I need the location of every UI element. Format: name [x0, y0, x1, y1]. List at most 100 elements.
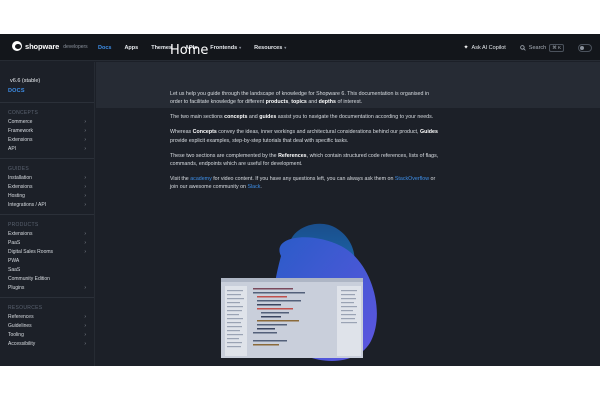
- text-span: .: [260, 184, 262, 191]
- sidebar-item-framework[interactable]: Framework ›: [8, 128, 86, 134]
- sidebar-item-guides-extensions[interactable]: Extensions ›: [8, 184, 86, 190]
- text-span: and: [306, 99, 319, 106]
- stackoverflow-link[interactable]: StackOverflow: [395, 176, 429, 182]
- nav-docs-label: Docs: [98, 44, 112, 51]
- version-selector[interactable]: v6.6 (stable): [10, 78, 40, 84]
- chevron-right-icon: ›: [84, 146, 86, 152]
- bold-concepts: concepts: [224, 114, 248, 121]
- sidebar-item-references[interactable]: References ›: [8, 314, 86, 320]
- text-span: These two sections are complemented by t…: [170, 152, 279, 159]
- nav-resources[interactable]: Resources ▾: [254, 45, 286, 51]
- sidebar-item-label: SaaS: [8, 267, 21, 273]
- bold-topics: topics: [291, 99, 307, 106]
- text-span: provide explicit examples, step-by-step …: [170, 137, 349, 144]
- nav-apps[interactable]: Apps: [124, 45, 138, 51]
- sidebar-item-accessibility[interactable]: Accessibility ›: [8, 341, 86, 347]
- chevron-right-icon: ›: [84, 332, 86, 338]
- nav-docs[interactable]: Docs: [98, 45, 111, 51]
- sidebar-divider: [0, 297, 94, 298]
- sidebar-item-label: Installation: [8, 175, 32, 181]
- chevron-right-icon: ›: [84, 249, 86, 255]
- bold-products: products: [265, 99, 289, 106]
- sidebar-item-label: Plugins: [8, 285, 25, 291]
- text-span: The two main sections: [170, 114, 225, 121]
- chevron-right-icon: ›: [84, 341, 86, 347]
- chevron-right-icon: ›: [84, 119, 86, 125]
- sidebar-item-label: Extensions: [8, 184, 33, 190]
- sidebar-item-hosting[interactable]: Hosting ›: [8, 193, 86, 199]
- sidebar-item-label: Accessibility: [8, 341, 36, 347]
- sidebar-docs-link[interactable]: DOCS: [8, 88, 25, 94]
- page-title: Home: [170, 43, 209, 58]
- sidebar-item-paas[interactable]: PaaS ›: [8, 240, 86, 246]
- sidebar-item-api[interactable]: API ›: [8, 146, 86, 152]
- academy-link[interactable]: academy: [190, 176, 212, 182]
- sidebar-item-label: Extensions: [8, 231, 33, 237]
- nav-resources-label: Resources: [254, 44, 283, 51]
- nav-apps-label: Apps: [124, 44, 139, 51]
- sidebar-item-guidelines[interactable]: Guidelines ›: [8, 323, 86, 329]
- docs-illustration: [221, 223, 377, 361]
- sidebar: v6.6 (stable) DOCS CONCEPTS Commerce › Fr…: [0, 62, 95, 366]
- sidebar-item-label: Framework: [8, 128, 34, 134]
- slack-link[interactable]: Slack: [247, 184, 260, 190]
- chevron-right-icon: ›: [84, 184, 86, 190]
- sidebar-item-commerce[interactable]: Commerce ›: [8, 119, 86, 125]
- chevron-right-icon: ›: [84, 175, 86, 181]
- sidebar-item-tooling[interactable]: Tooling ›: [8, 332, 86, 338]
- sidebar-divider: [0, 102, 94, 103]
- search-icon: [520, 44, 526, 51]
- sidebar-item-products-extensions[interactable]: Extensions ›: [8, 231, 86, 237]
- nav-frontends-label: Frontends: [210, 44, 238, 51]
- ai-copilot-button[interactable]: ✦ Ask AI Copilot: [464, 44, 506, 52]
- bold-depths: depths: [318, 99, 336, 106]
- sidebar-item-label: Integrations / API: [8, 202, 47, 208]
- nav-themes[interactable]: Themes: [151, 45, 172, 51]
- chevron-right-icon: ›: [84, 202, 86, 208]
- header-tools: ✦ Ask AI Copilot Search ⌘ K: [464, 34, 592, 61]
- theme-toggle[interactable]: [578, 43, 592, 52]
- sidebar-item-integrations[interactable]: Integrations / API ›: [8, 202, 86, 208]
- nav-frontends[interactable]: Frontends ▾: [210, 45, 241, 51]
- page-content: Let us help you guide through the landsc…: [170, 90, 440, 198]
- bold-concepts: Concepts: [192, 129, 217, 136]
- sidebar-divider: [0, 158, 94, 159]
- community-paragraph: Visit the academy for video content. If …: [170, 175, 440, 192]
- sidebar-item-installation[interactable]: Installation ›: [8, 175, 86, 181]
- brand-logo[interactable]: shopware developers: [12, 41, 88, 51]
- text-span: Whereas: [170, 129, 193, 136]
- top-bar: shopware developers Docs Apps Themes API…: [0, 34, 600, 61]
- bold-guides: Guides: [419, 129, 438, 136]
- text-span: convey the ideas, inner workings and arc…: [216, 129, 420, 136]
- sidebar-item-label: PWA: [8, 258, 20, 264]
- chevron-right-icon: ›: [84, 128, 86, 134]
- shopware-logo-icon: [12, 41, 22, 51]
- references-paragraph: These two sections are complemented by t…: [170, 152, 440, 169]
- brand-sub: developers: [63, 44, 88, 50]
- sidebar-divider: [0, 214, 94, 215]
- sidebar-item-label: Guidelines: [8, 323, 32, 329]
- chevron-right-icon: ›: [84, 231, 86, 237]
- sidebar-item-saas[interactable]: SaaS: [8, 267, 86, 273]
- chevron-right-icon: ›: [84, 193, 86, 199]
- sidebar-item-label: API: [8, 146, 17, 152]
- sidebar-item-digital-sales-rooms[interactable]: Digital Sales Rooms ›: [8, 249, 86, 255]
- chevron-right-icon: ›: [84, 314, 86, 320]
- sidebar-item-label: Hosting: [8, 193, 25, 199]
- section-title-products: PRODUCTS: [8, 222, 39, 228]
- section-title-guides: GUIDES: [8, 166, 29, 172]
- chevron-down-icon: ▾: [284, 45, 287, 50]
- sidebar-item-community-edition[interactable]: Community Edition: [8, 276, 86, 282]
- sidebar-item-extensions[interactable]: Extensions ›: [8, 137, 86, 143]
- chevron-right-icon: ›: [84, 323, 86, 329]
- chevron-right-icon: ›: [84, 240, 86, 246]
- bold-references: References: [278, 152, 307, 159]
- ai-copilot-label: Ask AI Copilot: [471, 44, 506, 51]
- sidebar-item-plugins[interactable]: Plugins ›: [8, 285, 86, 291]
- sidebar-item-pwa[interactable]: PWA: [8, 258, 86, 264]
- sidebar-item-label: References: [8, 314, 34, 320]
- search-button[interactable]: Search ⌘ K: [520, 43, 564, 52]
- sidebar-item-label: Extensions: [8, 137, 33, 143]
- sidebar-item-label: Community Edition: [8, 276, 50, 282]
- section-title-resources: RESOURCES: [8, 305, 43, 311]
